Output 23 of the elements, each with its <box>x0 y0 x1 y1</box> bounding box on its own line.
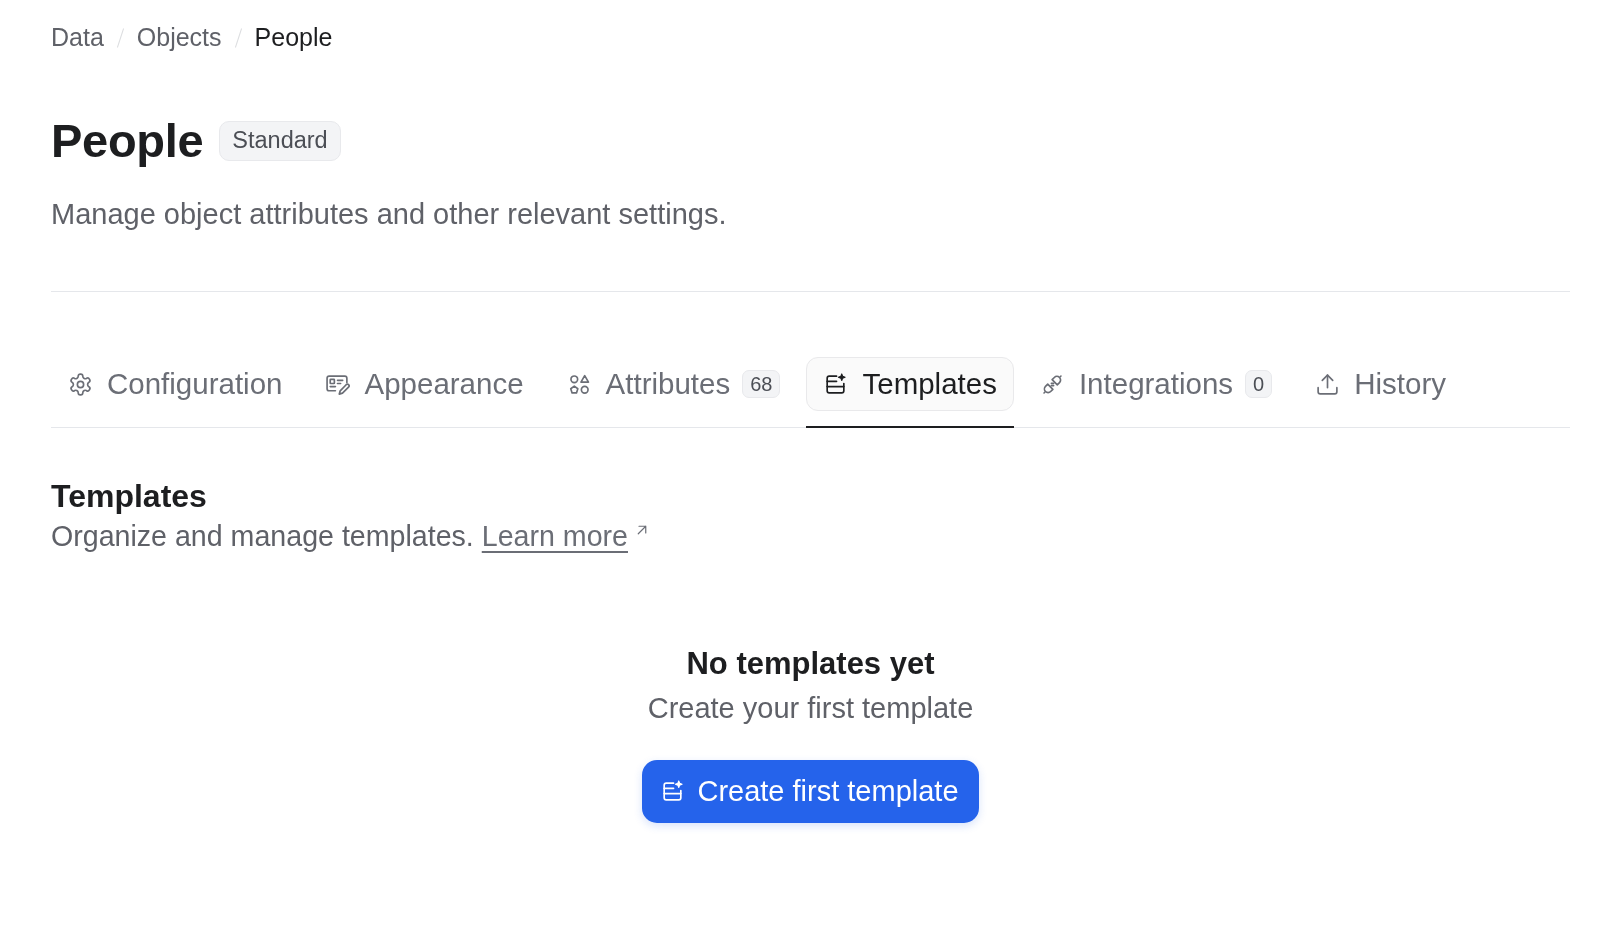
tab[interactable]: Configuration <box>51 357 300 428</box>
upload-icon <box>1315 371 1341 397</box>
tab[interactable]: Integrations 0 <box>1022 357 1290 428</box>
breadcrumb-link[interactable]: Data <box>51 19 104 57</box>
object-type-badge: Standard <box>219 121 341 161</box>
template-sparkle-icon <box>660 779 686 804</box>
tab[interactable]: Attributes 68 <box>549 357 798 428</box>
section-title: Templates <box>51 477 208 515</box>
tab[interactable]: Appearance <box>308 357 541 428</box>
learn-more-link[interactable]: Learn more <box>481 519 651 553</box>
page-title: People <box>51 113 204 169</box>
section-description: Organize and manage templates. Learn more <box>51 519 1570 553</box>
breadcrumb-link[interactable]: People <box>254 19 333 57</box>
breadcrumb-link[interactable]: Objects <box>136 19 222 57</box>
empty-state-subtitle: Create your first template <box>647 691 974 725</box>
page-description: Manage object attributes and other relevant settings. <box>51 197 728 231</box>
count-badge: 68 <box>742 370 781 398</box>
create-template-button[interactable]: Create first template <box>642 760 979 823</box>
template-sparkle-icon <box>823 371 849 397</box>
count-badge: 0 <box>1245 370 1273 398</box>
gear-icon <box>68 371 93 397</box>
empty-state-title: No templates yet <box>686 645 935 683</box>
tab[interactable]: History <box>1298 357 1463 428</box>
